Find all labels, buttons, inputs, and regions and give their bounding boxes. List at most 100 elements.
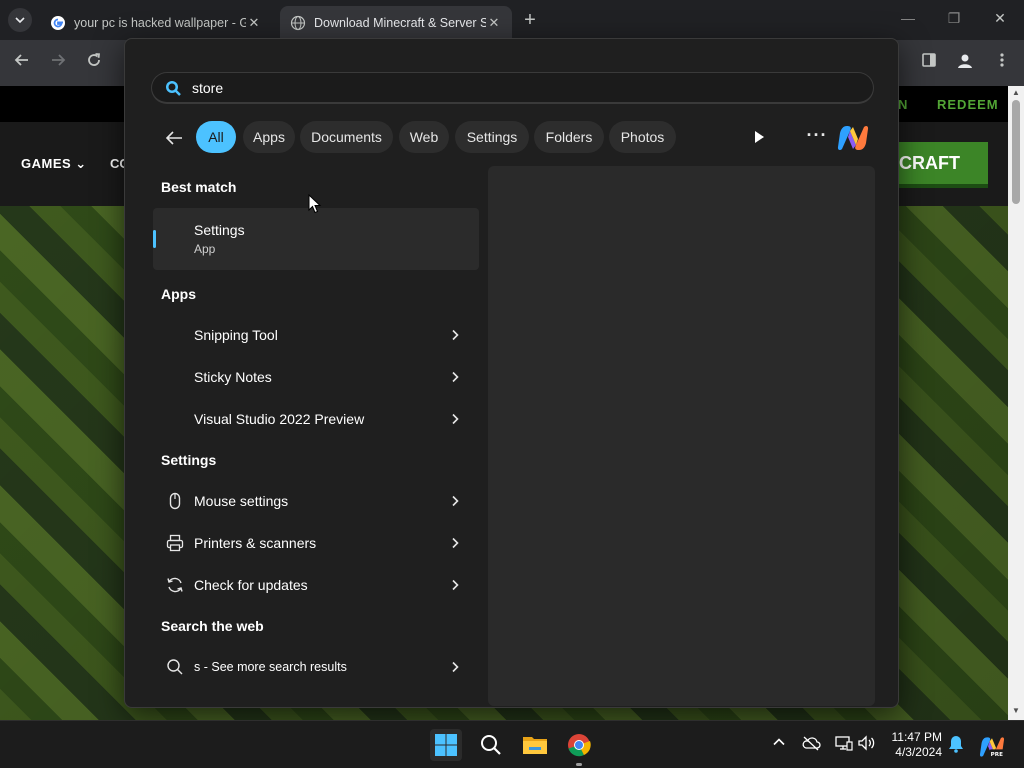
tab-title: your pc is hacked wallpaper - G <box>74 16 246 30</box>
reload-button[interactable] <box>83 52 105 74</box>
cta-label: CRAFT <box>899 152 960 173</box>
chevron-right-icon <box>452 371 459 383</box>
close-window-button[interactable]: ✕ <box>990 10 1010 30</box>
globe-icon <box>290 15 306 31</box>
search-icon <box>481 735 501 755</box>
copilot-icon: PRE <box>979 737 1005 758</box>
chevron-right-icon <box>452 413 459 425</box>
show-hidden-icons-button[interactable] <box>769 735 789 755</box>
search-filters: All Apps Documents Web Settings Folders … <box>125 121 900 155</box>
chevron-right-icon <box>452 579 459 591</box>
mouse-cursor-icon <box>308 194 322 214</box>
search-icon <box>167 659 183 675</box>
onedrive-button[interactable] <box>801 735 821 755</box>
best-match-subtitle: App <box>194 242 216 256</box>
result-label: Mouse settings <box>194 493 289 509</box>
filter-apps[interactable]: Apps <box>243 121 295 153</box>
chrome-taskbar-button[interactable] <box>563 729 595 766</box>
arrow-left-icon[interactable] <box>163 127 185 149</box>
back-button[interactable] <box>11 52 33 74</box>
chevron-right-icon <box>452 661 459 673</box>
close-tab-icon[interactable]: ✕ <box>246 15 262 31</box>
more-vertical-icon <box>1000 53 1004 67</box>
copilot-icon[interactable] <box>837 123 869 153</box>
scroll-down-icon[interactable]: ▼ <box>1008 706 1024 720</box>
filter-folders[interactable]: Folders <box>534 121 604 153</box>
app-result-visual-studio[interactable]: Visual Studio 2022 Preview <box>153 399 479 439</box>
best-match-item[interactable]: Settings App <box>153 208 479 270</box>
copilot-taskbar-button[interactable]: PRE <box>978 735 1006 758</box>
start-button[interactable] <box>430 729 462 761</box>
printer-icon <box>166 534 184 552</box>
network-button[interactable] <box>833 735 853 755</box>
tab-google-search[interactable]: your pc is hacked wallpaper - G ✕ <box>40 6 272 40</box>
file-explorer-button[interactable] <box>519 729 551 761</box>
tab-search-button[interactable] <box>8 8 32 32</box>
filter-documents[interactable]: Documents <box>300 121 393 153</box>
result-label: s - See more search results <box>194 660 347 674</box>
filter-settings[interactable]: Settings <box>455 121 529 153</box>
nav-games-label: GAMES <box>21 156 72 171</box>
filter-all[interactable]: All <box>196 121 236 153</box>
result-preview-pane <box>488 166 875 706</box>
profile-icon <box>958 54 972 68</box>
search-results-list: Best match Settings App Apps Snipping To… <box>153 166 479 706</box>
windows-start-icon <box>435 734 457 756</box>
arrow-right-icon <box>52 54 66 66</box>
section-header-settings: Settings <box>161 452 217 468</box>
mouse-icon <box>169 492 181 510</box>
taskbar-clock[interactable]: 11:47 PM 4/3/2024 <box>880 730 942 760</box>
svg-text:PRE: PRE <box>991 752 1003 758</box>
scroll-thumb[interactable] <box>1012 100 1020 204</box>
setting-result-mouse[interactable]: Mouse settings <box>153 481 479 521</box>
forward-button[interactable] <box>47 52 69 74</box>
filter-web[interactable]: Web <box>399 121 449 153</box>
network-icon <box>835 736 853 751</box>
speaker-icon <box>858 735 875 751</box>
clock-time: 11:47 PM <box>891 730 942 744</box>
redeem-link[interactable]: REDEEM <box>937 97 999 112</box>
menu-button[interactable] <box>991 52 1013 74</box>
taskbar-search-button[interactable] <box>475 729 507 761</box>
search-input[interactable] <box>192 79 792 96</box>
more-options-icon[interactable]: ··· <box>805 125 829 149</box>
reload-icon <box>88 53 100 66</box>
section-header-apps: Apps <box>161 286 196 302</box>
app-result-snipping-tool[interactable]: Snipping Tool <box>153 315 479 355</box>
notifications-button[interactable] <box>946 735 966 755</box>
web-result[interactable]: s - See more search results <box>153 647 479 687</box>
chevron-right-icon <box>452 329 459 341</box>
app-result-sticky-notes[interactable]: Sticky Notes <box>153 357 479 397</box>
restore-button[interactable]: ❐ <box>944 10 964 30</box>
refresh-icon <box>167 577 183 593</box>
result-label: Check for updates <box>194 577 308 593</box>
minimize-button[interactable]: — <box>898 10 918 30</box>
close-tab-icon[interactable]: ✕ <box>486 15 502 31</box>
topbar-link-partial[interactable]: N <box>898 97 908 112</box>
cloud-off-icon <box>802 736 821 751</box>
tab-title: Download Minecraft & Server S <box>314 16 486 30</box>
best-match-title: Settings <box>194 222 245 238</box>
search-icon <box>166 80 181 96</box>
folder-icon <box>523 737 547 754</box>
setting-result-updates[interactable]: Check for updates <box>153 565 479 605</box>
result-label: Snipping Tool <box>194 327 278 343</box>
tab-minecraft-download[interactable]: Download Minecraft & Server S ✕ <box>280 6 512 40</box>
page-scrollbar[interactable]: ▲ ▼ <box>1008 86 1024 720</box>
volume-button[interactable] <box>857 735 877 755</box>
arrow-left-icon <box>14 54 28 66</box>
profile-button[interactable] <box>954 52 976 74</box>
chrome-icon <box>568 734 591 757</box>
result-label: Printers & scanners <box>194 535 317 551</box>
side-panel-icon <box>922 53 936 67</box>
nav-games[interactable]: GAMES ⌄ <box>21 156 87 172</box>
windows-search-panel: All Apps Documents Web Settings Folders … <box>124 38 899 708</box>
side-panel-button[interactable] <box>918 52 940 74</box>
filter-photos[interactable]: Photos <box>609 121 676 153</box>
play-icon[interactable] <box>751 129 767 145</box>
search-box[interactable] <box>151 72 874 104</box>
new-tab-button[interactable]: + <box>520 10 540 30</box>
chevron-right-icon <box>452 495 459 507</box>
setting-result-printers[interactable]: Printers & scanners <box>153 523 479 563</box>
chevron-up-icon <box>773 738 785 746</box>
